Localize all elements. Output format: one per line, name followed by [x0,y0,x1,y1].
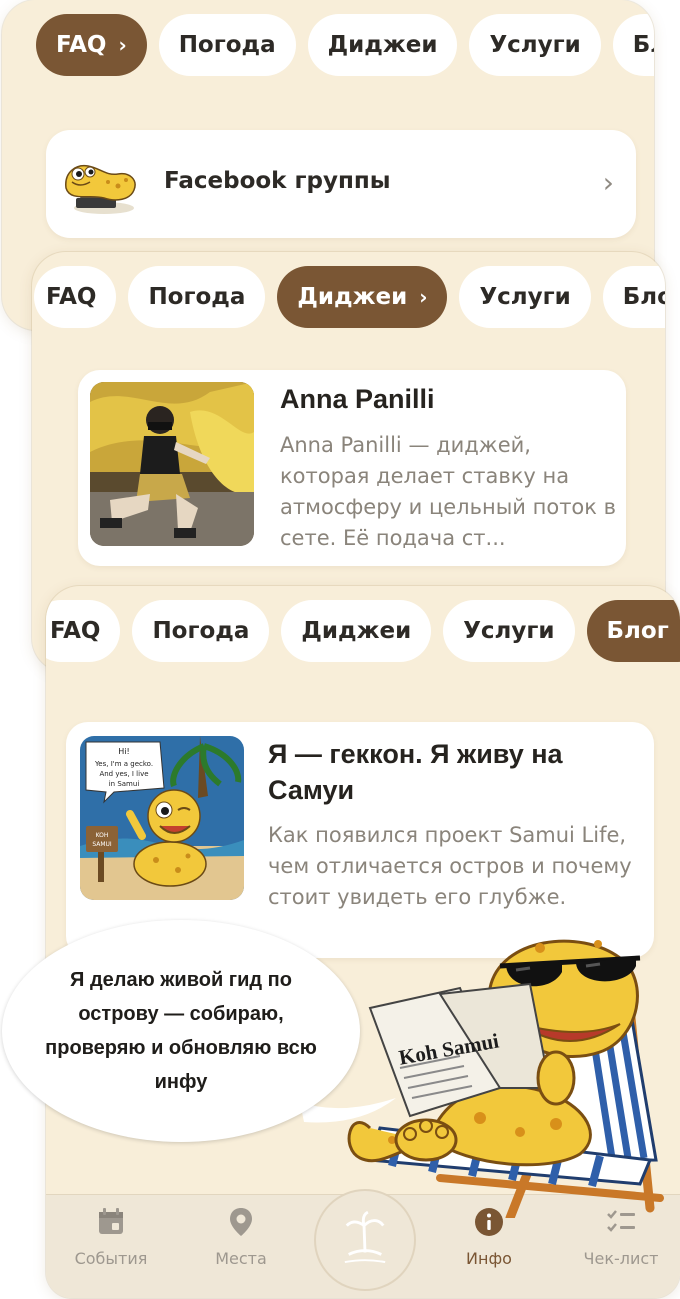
facebook-groups-label: Facebook группы [164,168,391,194]
tab-faq[interactable]: FAQ [34,266,117,328]
tab-blog[interactable]: Блог [602,266,665,328]
chevron-right-icon: › [602,166,614,199]
nav-places[interactable]: Места [186,1205,296,1268]
tab-weather[interactable]: Погода [158,14,296,76]
blog-post-excerpt: Как появился проект Samui Life, чем отли… [268,823,632,909]
tab-faq[interactable]: FAQ [46,600,121,662]
tab-label: Диджеи [327,32,438,58]
svg-text:SAMUI: SAMUI [92,841,112,848]
speech-bubble: Я делаю живой гид по острову — собираю, … [2,920,360,1142]
tab-services[interactable]: Услуги [469,14,601,76]
nav-label: События [74,1249,148,1268]
tab-label: FAQ [46,284,97,310]
svg-text:And yes, I live: And yes, I live [99,770,148,778]
tab-label: Услуги [479,284,571,310]
blog-post-image: Hi! Yes, I'm a gecko. And yes, I live in… [80,736,244,900]
dj-description: Anna Panilli — диджей, которая делает ст… [280,433,617,550]
svg-text:Hi!: Hi! [118,747,129,756]
tab-blog[interactable]: Блог › [586,600,680,662]
svg-text:KOH: KOH [96,832,109,839]
nav-label: Места [215,1249,267,1268]
blog-post-title: Я — геккон. Я живу на Самуи [268,739,563,805]
tab-weather[interactable]: Погода [128,266,266,328]
tab-label: FAQ [50,618,101,644]
speech-bubble-text: Я делаю живой гид по острову — собираю, … [45,969,317,1093]
dj-name: Anna Panilli [280,384,435,414]
tab-label: Блог [622,284,665,310]
tab-label: Диджеи [301,618,412,644]
tab-label: Блог [632,32,654,58]
tab-services[interactable]: Услуги [459,266,591,328]
nav-events[interactable]: События [56,1205,166,1268]
tab-djs[interactable]: Диджеи [307,14,458,76]
tab-label: Погода [148,284,246,310]
dj-photo [90,382,254,546]
category-tabs: FAQ Погода Диджеи › Услуги Блог [34,266,665,328]
gecko-mascot-illustration: Koh Samui [347,939,664,1218]
dj-card[interactable]: Anna Panilli Anna Panilli — диджей, кото… [78,370,626,566]
calendar-icon [99,1208,123,1234]
facebook-groups-row[interactable]: Facebook группы › [46,130,636,238]
chevron-right-icon: › [118,33,127,57]
nav-label: Чек-лист [583,1249,659,1268]
tab-faq[interactable]: FAQ › [36,14,147,76]
tab-label: Блог [606,618,669,644]
svg-text:Yes, I'm a gecko.: Yes, I'm a gecko. [94,760,153,768]
tab-services[interactable]: Услуги [443,600,575,662]
tab-label: Услуги [489,32,581,58]
tab-label: FAQ [56,32,107,58]
category-tabs: FAQ Погода Диджеи Услуги Блог › [46,600,680,662]
nav-label: Инфо [466,1249,512,1268]
tab-label: Погода [152,618,250,644]
tab-djs[interactable]: Диджеи [281,600,432,662]
gecko-laptop-icon [65,164,136,214]
tab-label: Погода [178,32,276,58]
tab-blog[interactable]: Блог [612,14,654,76]
tab-djs[interactable]: Диджеи › [277,266,448,328]
tab-label: Диджеи [297,284,408,310]
chevron-right-icon: › [419,285,428,309]
category-tabs: FAQ › Погода Диджеи Услуги Блог [36,14,654,76]
map-pin-icon [230,1208,252,1236]
tab-weather[interactable]: Погода [132,600,270,662]
tab-label: Услуги [463,618,555,644]
svg-text:in Samui: in Samui [109,780,140,788]
